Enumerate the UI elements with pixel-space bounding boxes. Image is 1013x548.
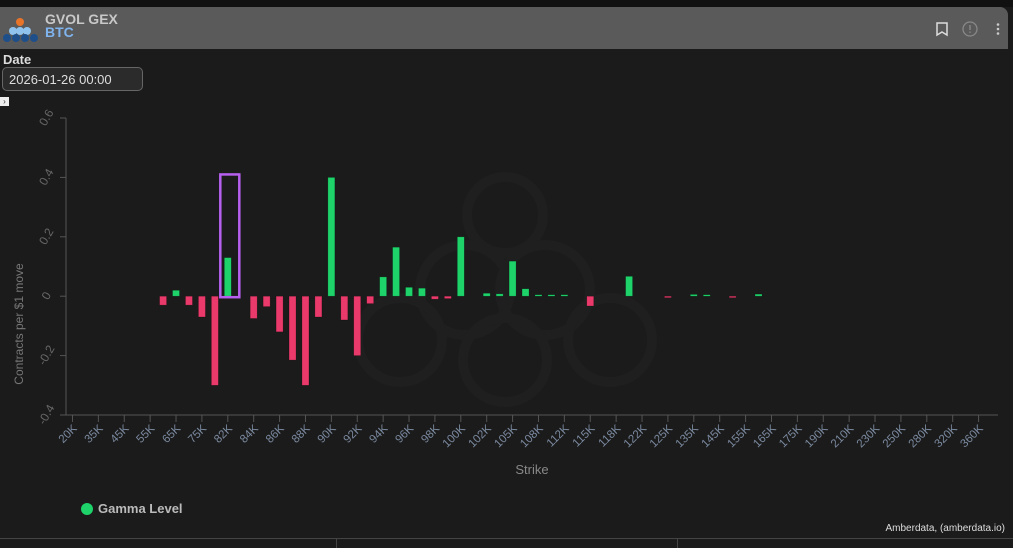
bar[interactable]	[211, 295, 219, 386]
bar[interactable]	[198, 295, 206, 318]
x-tick-label: 55K	[134, 423, 157, 446]
y-tick-label: 0.4	[36, 166, 57, 188]
x-tick-label: 90K	[316, 423, 339, 446]
x-tick-label: 82K	[212, 423, 235, 446]
watermark	[353, 172, 657, 407]
bar[interactable]	[249, 295, 258, 319]
bar[interactable]	[288, 295, 297, 361]
bar[interactable]	[482, 292, 491, 297]
bar[interactable]	[275, 295, 284, 333]
bar[interactable]	[379, 276, 387, 297]
bar[interactable]	[728, 295, 737, 298]
bar[interactable]	[547, 294, 556, 297]
x-tick-label: 175K	[777, 423, 805, 451]
x-tick-label: 35K	[83, 423, 106, 446]
gex-bar-chart: 0.6 0.4 0.2 0 -0.2 -0.4 20K 35K 45K 55K 65K 75K 82K…	[12, 107, 998, 477]
x-tick-label: 84K	[238, 423, 261, 446]
x-tick-label: 20K	[57, 423, 80, 446]
bar[interactable]	[185, 295, 193, 306]
bar[interactable]	[327, 177, 336, 297]
x-tick-label: 190K	[803, 423, 831, 451]
x-tick-label: 96K	[393, 423, 416, 446]
date-label: Date	[3, 52, 32, 67]
x-tick-label: 135K	[674, 423, 702, 451]
x-tick-label: 145K	[699, 423, 727, 451]
x-tick-label: 112K	[545, 423, 572, 450]
x-tick-label: 100K	[441, 423, 469, 451]
more-vertical-icon[interactable]	[990, 21, 1006, 37]
x-tick-label: 155K	[725, 423, 753, 451]
top-strip	[0, 0, 1013, 7]
bar[interactable]	[534, 294, 543, 297]
bar[interactable]	[418, 287, 426, 297]
gvol-logo-icon	[3, 18, 38, 42]
bar[interactable]	[521, 288, 530, 297]
y-tick-label: 0	[39, 289, 55, 302]
bar[interactable]	[444, 295, 452, 299]
bar[interactable]	[754, 293, 763, 297]
x-axis-title: Strike	[515, 462, 548, 477]
x-tick-label: 118K	[597, 423, 624, 450]
legend-item-gamma-level[interactable]: Gamma Level	[81, 501, 183, 516]
legend-label: Gamma Level	[98, 501, 183, 516]
x-tick-label: 105K	[492, 423, 520, 451]
bar[interactable]	[508, 260, 517, 297]
widget-subtitle: BTC	[45, 24, 74, 40]
x-tick-label: 98K	[419, 423, 442, 446]
credit-text: Amberdata, (amberdata.io)	[885, 523, 1005, 534]
bar[interactable]	[702, 294, 711, 297]
x-tick-label: 165K	[751, 423, 779, 451]
x-tick-label: 88K	[290, 423, 313, 446]
bar[interactable]	[405, 286, 413, 297]
x-tick-label: 65K	[160, 423, 183, 446]
bar[interactable]	[340, 295, 349, 321]
bar[interactable]	[625, 276, 633, 297]
x-tick-label: 210K	[829, 423, 857, 451]
bar[interactable]	[314, 295, 323, 318]
bar[interactable]	[224, 257, 232, 297]
x-tick-label: 86K	[264, 423, 287, 446]
y-axis-title: Contracts per $1 move	[12, 263, 26, 385]
x-tick-label: 45K	[109, 423, 132, 446]
bookmark-icon[interactable]	[934, 21, 950, 37]
x-tick-label: 102K	[466, 423, 494, 451]
y-tick-label: 0.6	[36, 107, 57, 129]
x-tick-label: 94K	[367, 423, 390, 446]
x-tick-label: 75K	[186, 423, 209, 446]
y-tick-label: -0.2	[35, 342, 58, 367]
x-tick-label: 125K	[648, 423, 676, 451]
info-icon[interactable]	[962, 21, 978, 37]
bar[interactable]	[392, 246, 400, 297]
x-tick-label: 320K	[932, 423, 960, 451]
bar[interactable]	[690, 294, 698, 297]
x-tick-label: 122K	[622, 423, 650, 451]
x-tick-label: 360K	[958, 423, 986, 451]
y-tick-label: -0.4	[35, 402, 58, 427]
x-tick-label: 230K	[855, 423, 883, 451]
bar[interactable]	[457, 236, 465, 297]
bar[interactable]	[353, 295, 362, 356]
y-tick-label: 0.2	[36, 225, 57, 247]
bar[interactable]	[586, 295, 595, 307]
date-input[interactable]	[2, 67, 143, 91]
bar[interactable]	[366, 295, 374, 304]
widget-header: GVOL GEX BTC	[0, 7, 1008, 49]
x-tick-label: 92K	[342, 423, 365, 446]
x-tick-label: 280K	[907, 423, 935, 451]
y-axis: 0.6 0.4 0.2 0 -0.2 -0.4	[35, 107, 67, 427]
bar[interactable]	[431, 295, 439, 300]
bar[interactable]	[664, 295, 672, 298]
bar[interactable]	[560, 294, 569, 297]
x-tick-label: 115K	[571, 423, 598, 450]
bar[interactable]	[172, 289, 180, 297]
bar[interactable]	[159, 295, 167, 306]
bar[interactable]	[301, 295, 310, 386]
x-tick-label: 108K	[518, 423, 546, 451]
bar[interactable]	[262, 295, 271, 307]
bar[interactable]	[495, 293, 504, 297]
x-axis: 20K 35K 45K 55K 65K 75K 82K 84K 86K 88K 90K 92K 94K 9…	[57, 414, 998, 451]
legend-dot-icon	[81, 502, 93, 515]
x-tick-label: 250K	[881, 423, 909, 451]
